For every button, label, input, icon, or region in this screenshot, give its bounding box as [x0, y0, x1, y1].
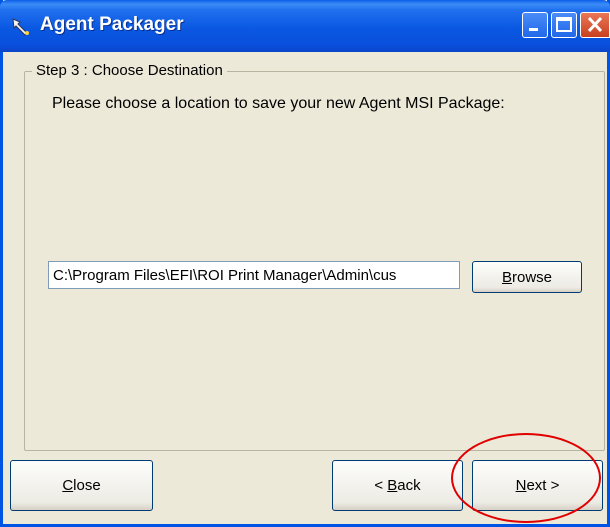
next-label: ext > [526, 477, 560, 494]
browse-label: rowse [512, 268, 553, 286]
minimize-icon [529, 28, 538, 31]
app-icon [12, 18, 29, 36]
back-label: ack [397, 477, 421, 494]
back-button[interactable]: < Back [332, 460, 463, 511]
close-mnemonic: C [62, 477, 74, 494]
step-group-label: Step 3 : Choose Destination [32, 62, 227, 79]
title-bar[interactable]: Agent Packager [0, 0, 610, 52]
close-label: lose [73, 477, 101, 494]
window-title: Agent Packager [40, 14, 184, 35]
maximize-button[interactable] [551, 12, 577, 38]
close-button[interactable]: Close [10, 460, 153, 511]
back-mnemonic: B [387, 477, 398, 494]
destination-prompt: Please choose a location to save your ne… [52, 95, 505, 112]
back-prefix: < [374, 477, 388, 494]
minimize-button[interactable] [522, 12, 548, 38]
maximize-icon [556, 17, 572, 32]
next-button[interactable]: Next > [472, 460, 603, 511]
close-icon [587, 16, 603, 33]
browse-button[interactable]: Browse [472, 261, 582, 293]
next-mnemonic: N [515, 477, 527, 494]
close-window-button[interactable] [580, 12, 610, 38]
destination-path-input[interactable] [48, 261, 460, 289]
browse-mnemonic: B [501, 268, 512, 286]
